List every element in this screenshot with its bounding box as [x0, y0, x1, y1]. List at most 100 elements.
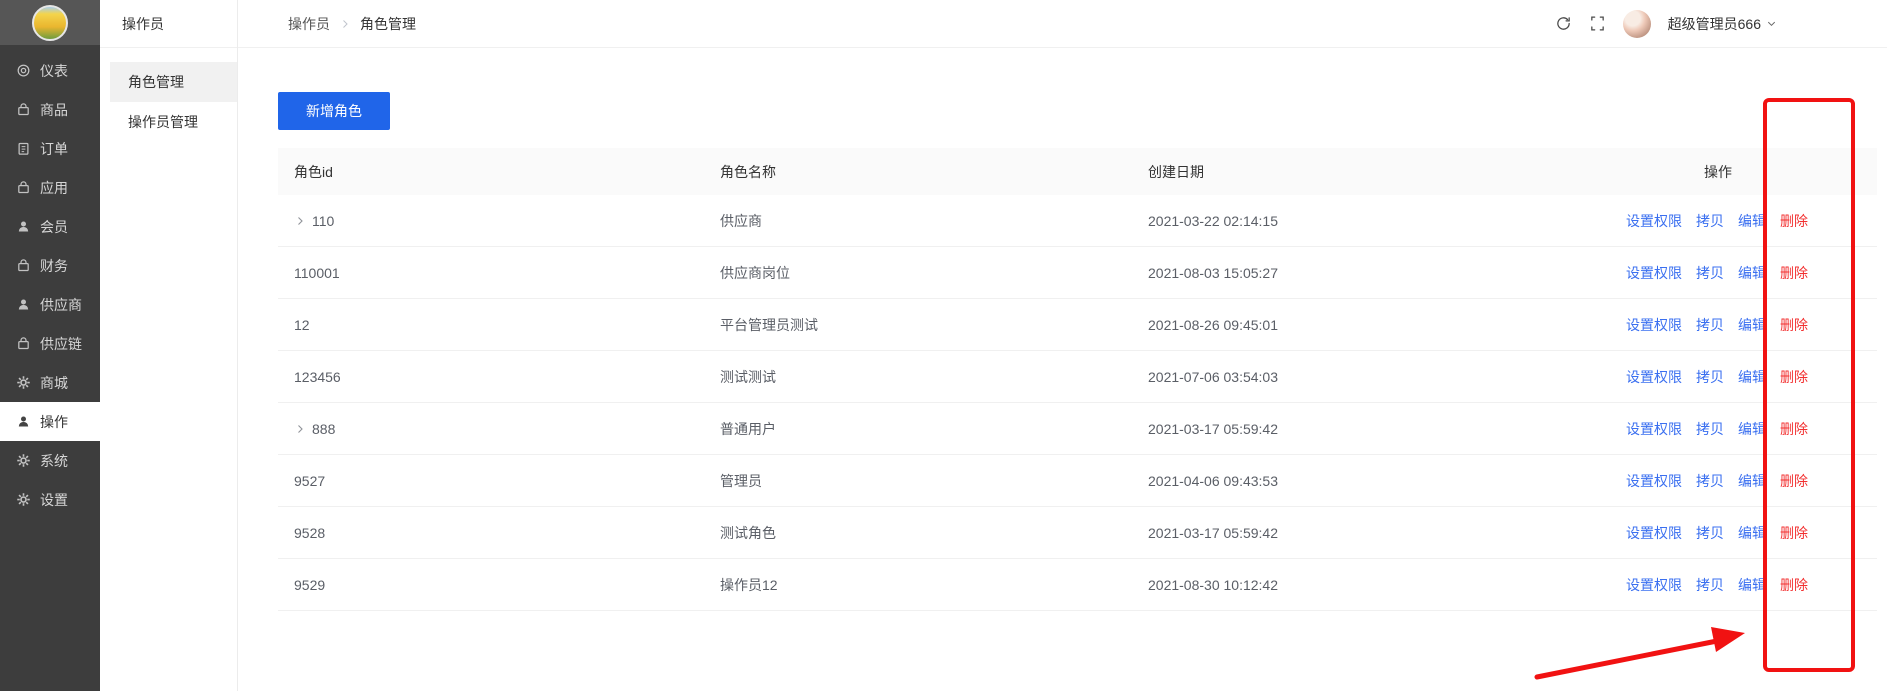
set-permissions-link[interactable]: 设置权限: [1626, 421, 1682, 437]
sidebar-item-操作[interactable]: 操作: [0, 402, 100, 441]
delete-link[interactable]: 删除: [1780, 213, 1808, 229]
copy-link[interactable]: 拷贝: [1696, 421, 1724, 437]
role-id-cell: 9529: [294, 577, 325, 593]
set-permissions-link[interactable]: 设置权限: [1626, 473, 1682, 489]
add-role-button[interactable]: 新增角色: [278, 92, 390, 130]
row-actions: 设置权限拷贝编辑删除: [1560, 575, 1877, 595]
set-permissions-link[interactable]: 设置权限: [1626, 369, 1682, 385]
copy-link[interactable]: 拷贝: [1696, 317, 1724, 333]
app-logo[interactable]: [32, 5, 68, 41]
roles-table: 角色id 角色名称 创建日期 操作 110 供应商 2021-03-22 02:…: [278, 148, 1877, 611]
user-name-label: 超级管理员666: [1668, 14, 1761, 34]
secondary-sidebar: 操作员 角色管理 操作员管理: [100, 0, 238, 691]
copy-link[interactable]: 拷贝: [1696, 577, 1724, 593]
sidebar-item-财务[interactable]: 财务: [0, 246, 100, 285]
delete-link[interactable]: 删除: [1780, 421, 1808, 437]
edit-link[interactable]: 编辑: [1738, 473, 1766, 489]
sidebar-item-label: 会员: [40, 217, 68, 237]
edit-link[interactable]: 编辑: [1738, 577, 1766, 593]
delete-link[interactable]: 删除: [1780, 577, 1808, 593]
role-name-cell: 管理员: [720, 471, 1148, 491]
delete-link[interactable]: 删除: [1780, 369, 1808, 385]
topbar-right: 超级管理员666: [1555, 10, 1777, 38]
row-actions: 设置权限拷贝编辑删除: [1560, 315, 1877, 335]
logo-box: [0, 0, 100, 45]
sidebar-item-订单[interactable]: 订单: [0, 129, 100, 168]
edit-link[interactable]: 编辑: [1738, 369, 1766, 385]
role-id-cell: 9527: [294, 473, 325, 489]
sidebar-item-系统[interactable]: 系统: [0, 441, 100, 480]
sidebar-item-仪表[interactable]: 仪表: [0, 51, 100, 90]
set-permissions-link[interactable]: 设置权限: [1626, 213, 1682, 229]
delete-link[interactable]: 删除: [1780, 525, 1808, 541]
created-date-cell: 2021-03-17 05:59:42: [1148, 421, 1560, 437]
row-actions: 设置权限拷贝编辑删除: [1560, 263, 1877, 283]
gear-icon: [16, 453, 31, 468]
chevron-down-icon: [1766, 18, 1777, 29]
breadcrumb-item[interactable]: 操作员: [288, 14, 330, 34]
sidebar-item-商城[interactable]: 商城: [0, 363, 100, 402]
table-body: 110 供应商 2021-03-22 02:14:15 设置权限拷贝编辑删除 1…: [278, 195, 1877, 611]
delete-link[interactable]: 删除: [1780, 317, 1808, 333]
expand-chevron-icon[interactable]: [294, 423, 306, 435]
sidebar-item-label: 操作: [40, 412, 68, 432]
role-name-cell: 操作员12: [720, 575, 1148, 595]
copy-link[interactable]: 拷贝: [1696, 525, 1724, 541]
delete-link[interactable]: 删除: [1780, 265, 1808, 281]
created-date-cell: 2021-08-26 09:45:01: [1148, 317, 1560, 333]
row-actions: 设置权限拷贝编辑删除: [1560, 367, 1877, 387]
user-icon: [16, 414, 31, 429]
copy-link[interactable]: 拷贝: [1696, 265, 1724, 281]
role-id-cell: 123456: [294, 369, 341, 385]
role-name-cell: 供应商岗位: [720, 263, 1148, 283]
table-row: 123456 测试测试 2021-07-06 03:54:03 设置权限拷贝编辑…: [278, 351, 1877, 403]
role-name-cell: 测试测试: [720, 367, 1148, 387]
edit-link[interactable]: 编辑: [1738, 317, 1766, 333]
copy-link[interactable]: 拷贝: [1696, 369, 1724, 385]
edit-link[interactable]: 编辑: [1738, 265, 1766, 281]
bag-icon: [16, 180, 31, 195]
role-id-cell: 888: [312, 421, 335, 437]
table-row: 9528 测试角色 2021-03-17 05:59:42 设置权限拷贝编辑删除: [278, 507, 1877, 559]
set-permissions-link[interactable]: 设置权限: [1626, 265, 1682, 281]
created-date-cell: 2021-03-22 02:14:15: [1148, 213, 1560, 229]
role-id-cell: 12: [294, 317, 310, 333]
user-icon: [16, 219, 31, 234]
created-date-cell: 2021-03-17 05:59:42: [1148, 525, 1560, 541]
copy-link[interactable]: 拷贝: [1696, 213, 1724, 229]
user-icon: [16, 297, 31, 312]
set-permissions-link[interactable]: 设置权限: [1626, 525, 1682, 541]
submenu-item-角色管理[interactable]: 角色管理: [110, 62, 237, 102]
sidebar-item-应用[interactable]: 应用: [0, 168, 100, 207]
dashboard-icon: [16, 63, 31, 78]
sidebar-item-供应商[interactable]: 供应商: [0, 285, 100, 324]
row-actions: 设置权限拷贝编辑删除: [1560, 211, 1877, 231]
column-header-role-name: 角色名称: [720, 162, 1148, 182]
topbar: 操作员 角色管理 超级管理员6: [238, 0, 1887, 48]
gear-icon: [16, 492, 31, 507]
refresh-icon[interactable]: [1555, 15, 1572, 32]
fullscreen-icon[interactable]: [1589, 15, 1606, 32]
edit-link[interactable]: 编辑: [1738, 525, 1766, 541]
edit-link[interactable]: 编辑: [1738, 421, 1766, 437]
sidebar-item-设置[interactable]: 设置: [0, 480, 100, 519]
submenu-item-操作员管理[interactable]: 操作员管理: [110, 102, 237, 142]
role-name-cell: 平台管理员测试: [720, 315, 1148, 335]
copy-link[interactable]: 拷贝: [1696, 473, 1724, 489]
sidebar-item-label: 系统: [40, 451, 68, 471]
user-menu[interactable]: 超级管理员666: [1668, 14, 1777, 34]
set-permissions-link[interactable]: 设置权限: [1626, 577, 1682, 593]
sidebar-item-商品[interactable]: 商品: [0, 90, 100, 129]
user-avatar[interactable]: [1623, 10, 1651, 38]
table-row: 888 普通用户 2021-03-17 05:59:42 设置权限拷贝编辑删除: [278, 403, 1877, 455]
edit-link[interactable]: 编辑: [1738, 213, 1766, 229]
delete-link[interactable]: 删除: [1780, 473, 1808, 489]
table-row: 110001 供应商岗位 2021-08-03 15:05:27 设置权限拷贝编…: [278, 247, 1877, 299]
sidebar-item-供应链[interactable]: 供应链: [0, 324, 100, 363]
set-permissions-link[interactable]: 设置权限: [1626, 317, 1682, 333]
clipboard-icon: [16, 141, 31, 156]
sidebar-item-label: 商品: [40, 100, 68, 120]
expand-chevron-icon[interactable]: [294, 215, 306, 227]
sidebar-item-会员[interactable]: 会员: [0, 207, 100, 246]
bag-icon: [16, 336, 31, 351]
